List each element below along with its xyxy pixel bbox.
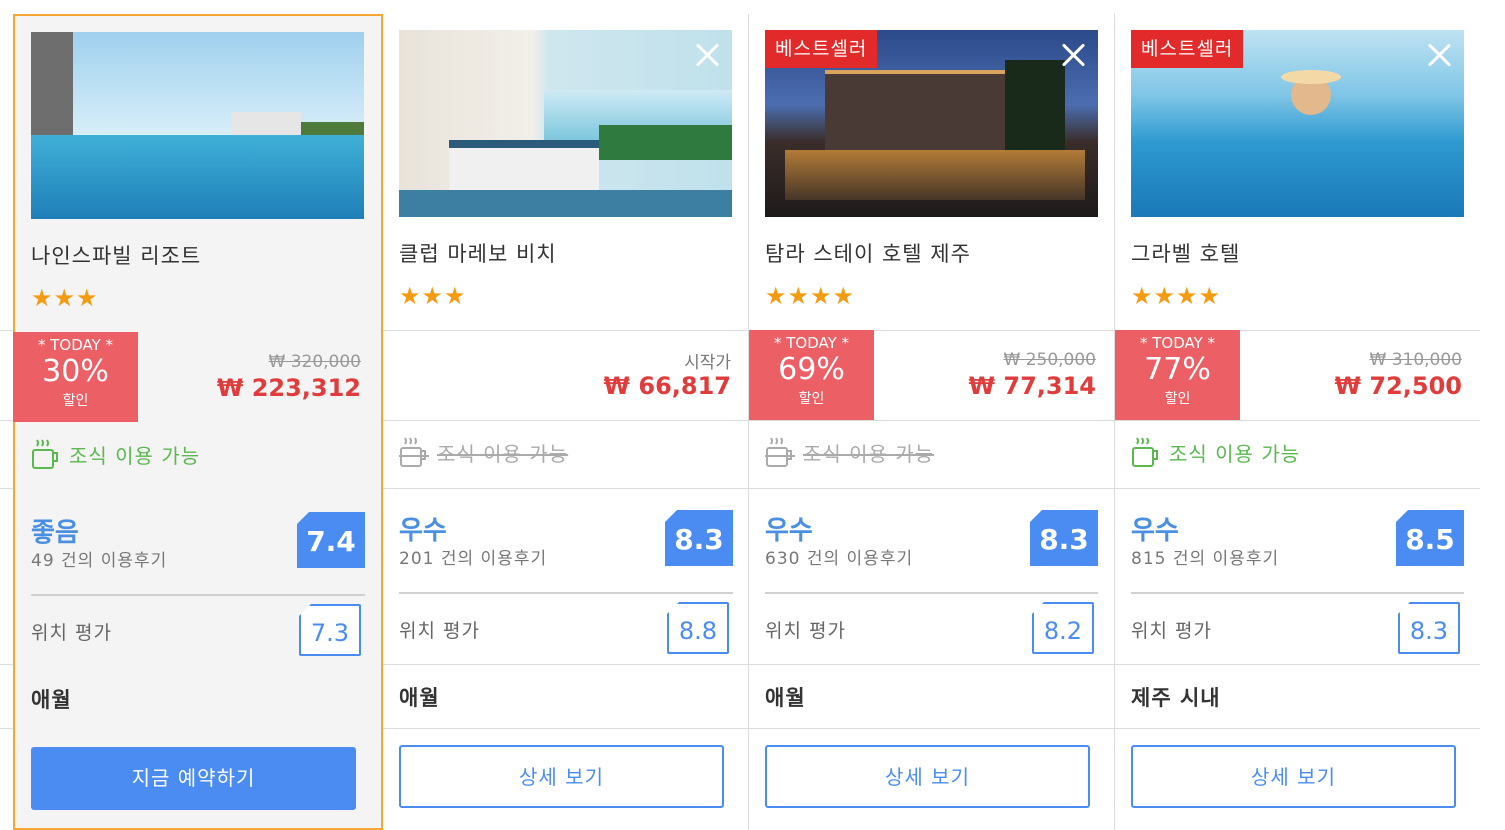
- location-label: 위치 평가: [765, 620, 846, 642]
- view-details-button[interactable]: 상세 보기: [399, 745, 724, 808]
- star-rating: ★★★★: [765, 282, 856, 310]
- price-area: * TODAY * 30% 할인 ₩ 320,000 ₩ 223,312: [13, 332, 379, 422]
- hotel-photo[interactable]: 베스트셀러: [765, 30, 1098, 217]
- rating-word: 우수: [1131, 516, 1179, 546]
- hotel-photo[interactable]: 베스트셀러: [1131, 30, 1464, 217]
- best-seller-badge: 베스트셀러: [765, 30, 878, 68]
- original-price: ₩ 320,000: [268, 352, 361, 372]
- close-icon[interactable]: [1426, 42, 1452, 68]
- sale-price: ₩ 72,500: [1334, 372, 1462, 400]
- view-details-button[interactable]: 상세 보기: [1131, 745, 1456, 808]
- area-name: 제주 시내: [1131, 686, 1221, 710]
- coffee-cup-icon: [399, 437, 429, 467]
- review-count[interactable]: 201 건의 이용후기: [399, 544, 547, 569]
- hotel-card-3[interactable]: 베스트셀러 탐라 스테이 호텔 제주 ★★★★ * TODAY * 69% 할인…: [748, 14, 1114, 830]
- area-name: 애월: [765, 686, 806, 710]
- breakfast-info: 조식 이용 가능: [399, 436, 568, 468]
- best-seller-badge: 베스트셀러: [1131, 30, 1244, 68]
- rating-word: 우수: [399, 516, 447, 546]
- coffee-cup-icon: [32, 439, 58, 469]
- hotel-card-2[interactable]: 클럽 마레보 비치 ★★★ 시작가 ₩ 66,817 조식 이용 가능 우수 2…: [383, 14, 749, 830]
- review-count[interactable]: 630 건의 이용후기: [765, 544, 913, 569]
- original-price: ₩ 310,000: [1369, 350, 1462, 370]
- hotel-card-4[interactable]: 베스트셀러 그라벨 호텔 ★★★★ * TODAY * 77% 할인 ₩ 310…: [1114, 14, 1480, 830]
- star-rating: ★★★★: [1131, 282, 1222, 310]
- view-details-button[interactable]: 상세 보기: [765, 745, 1090, 808]
- review-count[interactable]: 49 건의 이용후기: [31, 546, 167, 571]
- breakfast-info: 조식 이용 가능: [1131, 436, 1300, 468]
- breakfast-label: 조식 이용 가능: [1169, 441, 1301, 466]
- price-area: 시작가 ₩ 66,817: [383, 330, 749, 420]
- divider: [1131, 592, 1464, 594]
- deal-unit: 할인: [62, 393, 89, 409]
- sale-price: ₩ 223,312: [216, 374, 361, 402]
- deal-unit: 할인: [1164, 391, 1191, 407]
- sale-price: ₩ 66,817: [603, 372, 731, 400]
- breakfast-label: 조식 이용 가능: [437, 441, 569, 466]
- deal-badge: * TODAY * 77% 할인: [1115, 330, 1240, 420]
- review-score-badge: 8.3: [665, 510, 733, 566]
- rating-word: 좋음: [31, 518, 79, 548]
- hotel-name[interactable]: 그라벨 호텔: [1131, 238, 1240, 268]
- location-score-badge: 8.3: [1398, 602, 1460, 654]
- review-score-badge: 8.5: [1396, 510, 1464, 566]
- hotel-photo[interactable]: [399, 30, 732, 217]
- price-area: * TODAY * 69% 할인 ₩ 250,000 ₩ 77,314: [749, 330, 1114, 420]
- review-score-badge: 7.4: [297, 512, 365, 568]
- review-count[interactable]: 815 건의 이용후기: [1131, 544, 1279, 569]
- review-score-badge: 8.3: [1030, 510, 1098, 566]
- rating-word: 우수: [765, 516, 813, 546]
- breakfast-label: 조식 이용 가능: [69, 443, 201, 468]
- deal-percent: 30%: [42, 354, 109, 389]
- location-score-badge: 8.2: [1032, 602, 1094, 654]
- location-score-badge: 7.3: [299, 604, 361, 656]
- hotel-name[interactable]: 탐라 스테이 호텔 제주: [765, 238, 971, 268]
- hotel-photo[interactable]: [31, 32, 364, 219]
- breakfast-info: 조식 이용 가능: [765, 436, 934, 468]
- deal-badge: * TODAY * 30% 할인: [13, 332, 138, 422]
- hotel-name[interactable]: 나인스파빌 리조트: [31, 240, 201, 270]
- star-rating: ★★★: [399, 282, 467, 310]
- location-score-badge: 8.8: [667, 602, 729, 654]
- divider: [399, 592, 733, 594]
- breakfast-info: 조식 이용 가능: [31, 438, 200, 470]
- original-price: ₩ 250,000: [1003, 350, 1096, 370]
- coffee-cup-icon: [1132, 437, 1158, 467]
- start-price-label: 시작가: [684, 353, 731, 373]
- price-area: * TODAY * 77% 할인 ₩ 310,000 ₩ 72,500: [1115, 330, 1480, 420]
- coffee-cup-icon: [765, 437, 795, 467]
- area-name: 애월: [31, 688, 72, 712]
- deal-label: * TODAY *: [773, 334, 850, 352]
- deal-unit: 할인: [798, 391, 825, 407]
- divider: [31, 594, 365, 596]
- deal-percent: 69%: [778, 352, 845, 387]
- deal-label: * TODAY *: [1139, 334, 1216, 352]
- location-label: 위치 평가: [399, 620, 480, 642]
- deal-percent: 77%: [1144, 352, 1211, 387]
- deal-badge: * TODAY * 69% 할인: [749, 330, 874, 420]
- area-name: 애월: [399, 686, 440, 710]
- book-now-button[interactable]: 지금 예약하기: [31, 747, 356, 810]
- close-icon[interactable]: [1060, 42, 1086, 68]
- star-rating: ★★★: [31, 284, 99, 312]
- deal-label: * TODAY *: [37, 336, 114, 354]
- breakfast-label: 조식 이용 가능: [803, 441, 935, 466]
- sale-price: ₩ 77,314: [968, 372, 1096, 400]
- hotel-name[interactable]: 클럽 마레보 비치: [399, 238, 557, 268]
- close-icon[interactable]: [694, 42, 720, 68]
- location-label: 위치 평가: [31, 622, 112, 644]
- divider: [765, 592, 1098, 594]
- location-label: 위치 평가: [1131, 620, 1212, 642]
- hotel-card-1[interactable]: 나인스파빌 리조트 ★★★ * TODAY * 30% 할인 ₩ 320,000…: [13, 14, 383, 830]
